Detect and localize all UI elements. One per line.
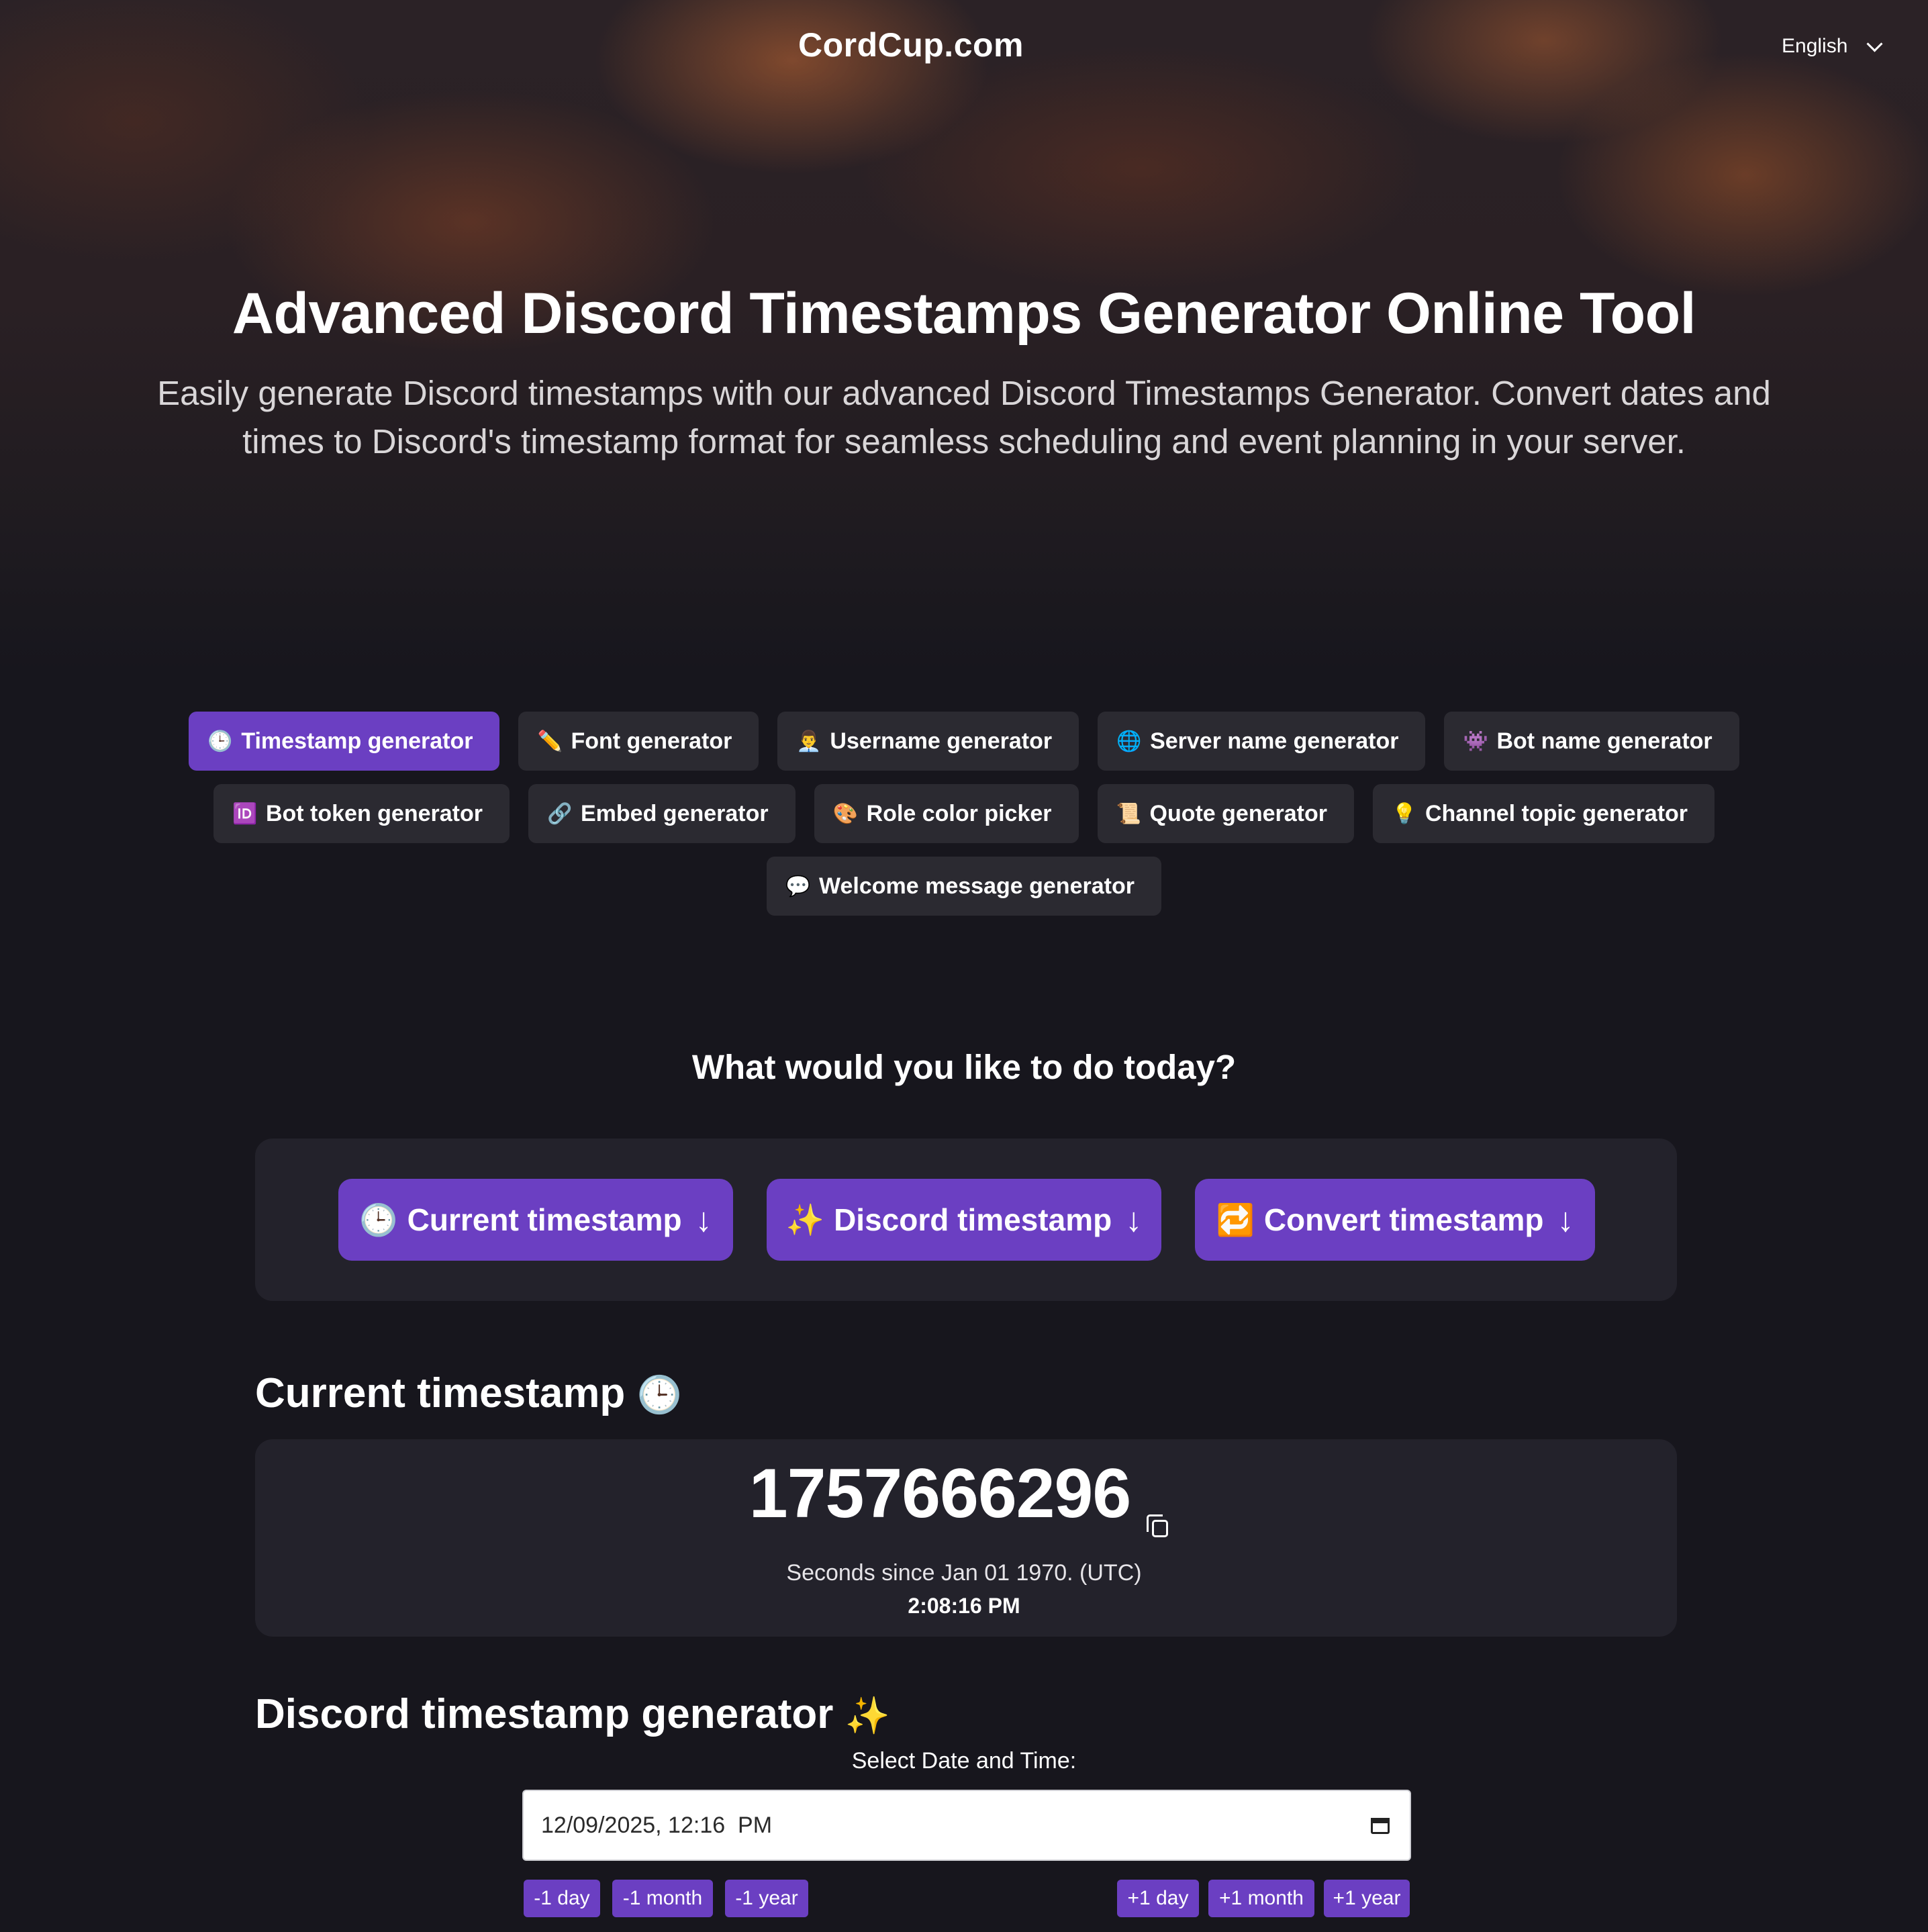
clock-icon: 🕒 (359, 1202, 398, 1237)
tool-nav-row-3: 💬 Welcome message generator (0, 857, 1928, 916)
arrow-down-icon: ↓ (695, 1201, 712, 1239)
datetime-label: Select Date and Time: (851, 1748, 1077, 1774)
page-title: Advanced Discord Timestamps Generator On… (232, 281, 1696, 346)
tool-label: Username generator (830, 728, 1053, 754)
language-selector[interactable]: English (1782, 35, 1883, 58)
tool-username-generator[interactable]: 👨‍💼 Username generator (777, 712, 1079, 771)
calendar-icon[interactable] (1371, 1815, 1390, 1834)
tool-bot-name-generator[interactable]: 👾 Bot name generator (1444, 712, 1739, 771)
current-timestamp-button[interactable]: 🕒 Current timestamp ↓ (338, 1179, 733, 1261)
minus-year-button[interactable]: -1 year (725, 1880, 808, 1917)
heading-text: Discord timestamp generator (255, 1691, 834, 1737)
clock-icon: 🕒 (207, 730, 233, 753)
sparkles-icon: ✨ (845, 1696, 890, 1736)
tool-label: Quote generator (1149, 800, 1327, 826)
timestamp-description: Seconds since Jan 01 1970. (UTC) (786, 1560, 1142, 1586)
page-subtitle: Easily generate Discord timestamps with … (157, 374, 1771, 461)
clock-icon: 🕒 (636, 1375, 682, 1415)
tool-label: Role color picker (866, 800, 1052, 826)
tool-server-name-generator[interactable]: 🌐 Server name generator (1098, 712, 1426, 771)
language-label: English (1782, 35, 1848, 57)
datetime-input[interactable]: 12/09/2025, 12:16 PM (522, 1790, 1411, 1861)
tool-label: Server name generator (1150, 728, 1399, 754)
plus-day-button[interactable]: +1 day (1117, 1880, 1199, 1917)
arrow-down-icon: ↓ (1557, 1201, 1574, 1239)
datetime-value: 12/09/2025, 12:16 PM (541, 1812, 773, 1838)
repeat-icon: 🔁 (1216, 1202, 1255, 1237)
section-question: What would you like to do today? (691, 1048, 1237, 1086)
tool-label: Timestamp generator (241, 728, 473, 754)
discord-timestamp-button[interactable]: ✨ Discord timestamp ↓ (767, 1179, 1161, 1261)
arrow-down-icon: ↓ (1125, 1201, 1143, 1239)
current-time: 2:08:16 PM (908, 1594, 1020, 1618)
alien-monster-icon: 👾 (1463, 730, 1488, 753)
plus-year-button[interactable]: +1 year (1324, 1880, 1410, 1917)
tool-welcome-message-generator[interactable]: 💬 Welcome message generator (767, 857, 1161, 916)
convert-timestamp-button[interactable]: 🔁 Convert timestamp ↓ (1195, 1179, 1595, 1261)
chevron-down-icon (1866, 35, 1883, 52)
minus-day-button[interactable]: -1 day (524, 1880, 600, 1917)
tool-embed-generator[interactable]: 🔗 Embed generator (528, 784, 796, 843)
button-label: Discord timestamp (834, 1202, 1112, 1237)
plus-month-button[interactable]: +1 month (1208, 1880, 1314, 1917)
tool-bot-token-generator[interactable]: 🆔 Bot token generator (213, 784, 510, 843)
current-timestamp-heading: Current timestamp 🕒 (255, 1369, 682, 1417)
tool-label: Bot name generator (1496, 728, 1713, 754)
tool-nav-row-1: 🕒 Timestamp generator ✏️ Font generator … (0, 712, 1928, 771)
tool-channel-topic-generator[interactable]: 💡 Channel topic generator (1372, 784, 1715, 843)
scroll-icon: 📜 (1116, 802, 1141, 825)
tool-timestamp-generator[interactable]: 🕒 Timestamp generator (189, 712, 500, 771)
button-label: Current timestamp (407, 1202, 682, 1237)
copy-icon[interactable] (1147, 1514, 1171, 1540)
tool-label: Bot token generator (265, 800, 483, 826)
timestamp-value: 1757666296 (749, 1455, 1131, 1533)
tool-role-color-picker[interactable]: 🎨 Role color picker (814, 784, 1079, 843)
tool-quote-generator[interactable]: 📜 Quote generator (1097, 784, 1354, 843)
tool-nav-row-2: 🆔 Bot token generator 🔗 Embed generator … (0, 784, 1928, 843)
sparkles-icon: ✨ (785, 1202, 825, 1237)
generator-heading: Discord timestamp generator ✨ (255, 1690, 890, 1738)
tool-label: Welcome message generator (819, 873, 1135, 899)
heading-text: Current timestamp (255, 1370, 626, 1416)
lightbulb-icon: 💡 (1391, 802, 1417, 825)
person-icon: 👨‍💼 (796, 730, 822, 753)
tool-label: Channel topic generator (1425, 800, 1688, 826)
tool-label: Font generator (571, 728, 732, 754)
minus-month-button[interactable]: -1 month (612, 1880, 713, 1917)
tool-label: Embed generator (581, 800, 769, 826)
palette-icon: 🎨 (832, 802, 858, 825)
link-icon: 🔗 (547, 802, 573, 825)
speech-bubble-icon: 💬 (785, 875, 811, 898)
button-label: Convert timestamp (1263, 1202, 1544, 1237)
tool-font-generator[interactable]: ✏️ Font generator (518, 712, 759, 771)
site-logo[interactable]: CordCup.com (0, 26, 1822, 64)
pencil-icon: ✏️ (537, 730, 563, 753)
id-icon: 🆔 (232, 802, 258, 825)
globe-icon: 🌐 (1116, 730, 1142, 753)
